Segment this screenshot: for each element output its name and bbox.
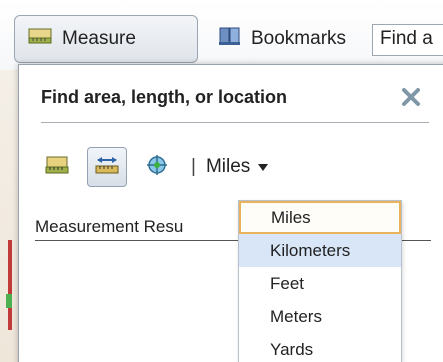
find-input[interactable]: Find a xyxy=(372,24,443,56)
unit-option-yards[interactable]: Yards xyxy=(239,333,401,362)
bookmarks-label: Bookmarks xyxy=(251,28,347,49)
unit-option-miles[interactable]: Miles xyxy=(239,201,401,234)
distance-tool-button[interactable] xyxy=(87,147,127,187)
toolbar: Measure Bookmarks Find a xyxy=(0,0,443,70)
map-feature-red xyxy=(8,240,12,330)
measure-button[interactable]: Measure xyxy=(14,15,198,63)
close-icon[interactable] xyxy=(397,83,425,111)
panel-title: Find area, length, or location xyxy=(41,87,288,107)
area-tool-button[interactable] xyxy=(37,147,77,187)
unit-option-feet[interactable]: Feet xyxy=(239,267,401,300)
measure-label: Measure xyxy=(62,28,136,49)
map-feature-green xyxy=(6,294,12,308)
bookmarks-button[interactable]: Bookmarks xyxy=(206,15,370,63)
location-icon xyxy=(146,154,168,181)
ruler-icon xyxy=(27,26,53,52)
dropdown-caret-icon xyxy=(258,163,269,171)
unit-options-menu: Miles Kilometers Feet Meters Yards xyxy=(238,200,402,362)
location-tool-button[interactable] xyxy=(137,147,177,187)
unit-option-meters[interactable]: Meters xyxy=(239,300,401,333)
measure-tools: | Miles xyxy=(37,147,269,187)
area-icon xyxy=(45,155,69,180)
header-divider xyxy=(41,122,429,123)
book-icon xyxy=(218,25,242,53)
unit-dropdown-value: Miles xyxy=(205,156,251,177)
unit-dropdown[interactable]: Miles xyxy=(205,156,269,178)
tool-separator: | xyxy=(191,156,196,177)
unit-option-kilometers[interactable]: Kilometers xyxy=(239,234,401,267)
measurement-result-label: Measurement Resu xyxy=(35,217,184,236)
map-strip xyxy=(0,70,18,362)
distance-icon xyxy=(95,154,119,181)
